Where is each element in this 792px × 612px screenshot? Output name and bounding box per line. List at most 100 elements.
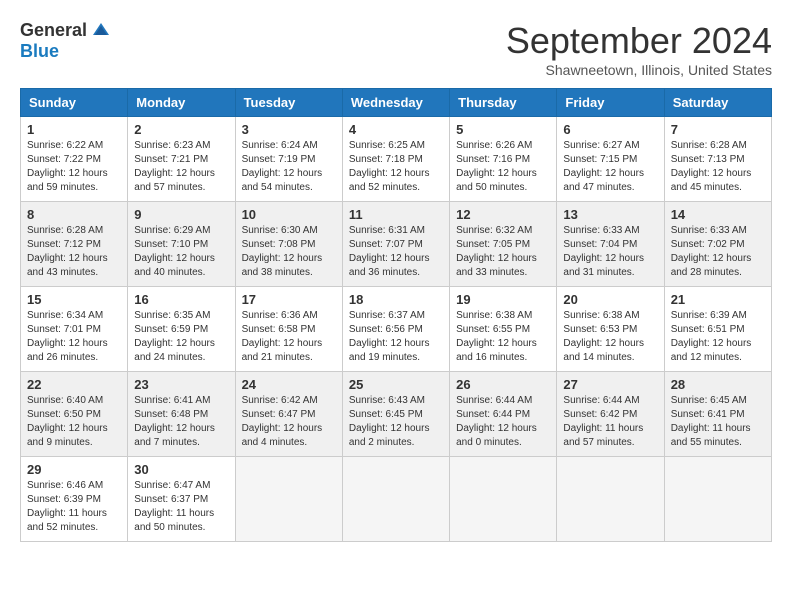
location-subtitle: Shawneetown, Illinois, United States [506, 62, 772, 78]
calendar-day-cell: 23 Sunrise: 6:41 AMSunset: 6:48 PMDayligh… [128, 372, 235, 457]
day-info: Sunrise: 6:27 AMSunset: 7:15 PMDaylight:… [563, 139, 657, 195]
calendar-day-header: Sunday [21, 89, 128, 117]
day-number: 4 [349, 122, 443, 137]
day-number: 15 [27, 292, 121, 307]
logo-general-text: General [20, 20, 87, 41]
day-info: Sunrise: 6:44 AMSunset: 6:44 PMDaylight:… [456, 394, 550, 450]
calendar-day-cell: 15 Sunrise: 6:34 AMSunset: 7:01 PMDayligh… [21, 287, 128, 372]
day-info: Sunrise: 6:38 AMSunset: 6:53 PMDaylight:… [563, 309, 657, 365]
calendar-day-cell: 24 Sunrise: 6:42 AMSunset: 6:47 PMDayligh… [235, 372, 342, 457]
calendar-week-row: 15 Sunrise: 6:34 AMSunset: 7:01 PMDayligh… [21, 287, 772, 372]
day-number: 27 [563, 377, 657, 392]
day-number: 29 [27, 462, 121, 477]
day-info: Sunrise: 6:37 AMSunset: 6:56 PMDaylight:… [349, 309, 443, 365]
calendar-day-header: Thursday [450, 89, 557, 117]
day-info: Sunrise: 6:35 AMSunset: 6:59 PMDaylight:… [134, 309, 228, 365]
day-info: Sunrise: 6:26 AMSunset: 7:16 PMDaylight:… [456, 139, 550, 195]
page-header: General Blue September 2024 Shawneetown,… [20, 20, 772, 78]
calendar-day-cell: 3Sunrise: 6:24 AMSunset: 7:19 PMDaylight… [235, 117, 342, 202]
day-number: 20 [563, 292, 657, 307]
day-info: Sunrise: 6:23 AMSunset: 7:21 PMDaylight:… [134, 139, 228, 195]
calendar-day-cell: 28Sunrise: 6:45 AMSunset: 6:41 PMDayligh… [664, 372, 771, 457]
day-number: 19 [456, 292, 550, 307]
calendar-day-cell: 14 Sunrise: 6:33 AMSunset: 7:02 PMDayligh… [664, 202, 771, 287]
day-info: Sunrise: 6:45 AMSunset: 6:41 PMDaylight:… [671, 394, 765, 450]
day-number: 1 [27, 122, 121, 137]
calendar-day-header: Tuesday [235, 89, 342, 117]
day-number: 12 [456, 207, 550, 222]
calendar-day-cell [557, 457, 664, 542]
day-info: Sunrise: 6:34 AMSunset: 7:01 PMDaylight:… [27, 309, 121, 365]
calendar-day-cell: 11 Sunrise: 6:31 AMSunset: 7:07 PMDayligh… [342, 202, 449, 287]
calendar-day-cell: 17Sunrise: 6:36 AMSunset: 6:58 PMDayligh… [235, 287, 342, 372]
calendar-day-cell: 5Sunrise: 6:26 AMSunset: 7:16 PMDaylight… [450, 117, 557, 202]
day-info: Sunrise: 6:46 AMSunset: 6:39 PMDaylight:… [27, 479, 121, 535]
logo-icon [91, 21, 111, 41]
calendar-header-row: SundayMondayTuesdayWednesdayThursdayFrid… [21, 89, 772, 117]
logo: General Blue [20, 20, 111, 62]
day-number: 24 [242, 377, 336, 392]
calendar-day-header: Friday [557, 89, 664, 117]
day-info: Sunrise: 6:24 AMSunset: 7:19 PMDaylight:… [242, 139, 336, 195]
day-number: 8 [27, 207, 121, 222]
calendar-day-header: Saturday [664, 89, 771, 117]
calendar-table: SundayMondayTuesdayWednesdayThursdayFrid… [20, 88, 772, 542]
day-info: Sunrise: 6:25 AMSunset: 7:18 PMDaylight:… [349, 139, 443, 195]
day-number: 14 [671, 207, 765, 222]
calendar-day-cell: 27Sunrise: 6:44 AMSunset: 6:42 PMDayligh… [557, 372, 664, 457]
day-info: Sunrise: 6:22 AMSunset: 7:22 PMDaylight:… [27, 139, 121, 195]
calendar-day-cell: 10 Sunrise: 6:30 AMSunset: 7:08 PMDayligh… [235, 202, 342, 287]
calendar-day-cell [235, 457, 342, 542]
day-info: Sunrise: 6:29 AMSunset: 7:10 PMDaylight:… [134, 224, 228, 280]
month-title: September 2024 [506, 20, 772, 62]
day-number: 16 [134, 292, 228, 307]
day-info: Sunrise: 6:43 AMSunset: 6:45 PMDaylight:… [349, 394, 443, 450]
calendar-day-header: Wednesday [342, 89, 449, 117]
day-number: 13 [563, 207, 657, 222]
day-number: 6 [563, 122, 657, 137]
day-number: 25 [349, 377, 443, 392]
calendar-day-cell: 20 Sunrise: 6:38 AMSunset: 6:53 PMDayligh… [557, 287, 664, 372]
day-info: Sunrise: 6:40 AMSunset: 6:50 PMDaylight:… [27, 394, 121, 450]
calendar-day-cell: 25 Sunrise: 6:43 AMSunset: 6:45 PMDayligh… [342, 372, 449, 457]
day-info: Sunrise: 6:33 AMSunset: 7:02 PMDaylight:… [671, 224, 765, 280]
day-number: 10 [242, 207, 336, 222]
day-number: 18 [349, 292, 443, 307]
calendar-day-cell: 8 Sunrise: 6:28 AMSunset: 7:12 PMDaylight… [21, 202, 128, 287]
calendar-day-cell: 6 Sunrise: 6:27 AMSunset: 7:15 PMDaylight… [557, 117, 664, 202]
day-info: Sunrise: 6:42 AMSunset: 6:47 PMDaylight:… [242, 394, 336, 450]
calendar-day-header: Monday [128, 89, 235, 117]
day-number: 26 [456, 377, 550, 392]
day-number: 23 [134, 377, 228, 392]
calendar-day-cell [342, 457, 449, 542]
day-info: Sunrise: 6:28 AMSunset: 7:12 PMDaylight:… [27, 224, 121, 280]
calendar-day-cell: 19Sunrise: 6:38 AMSunset: 6:55 PMDayligh… [450, 287, 557, 372]
calendar-day-cell: 1 Sunrise: 6:22 AMSunset: 7:22 PMDaylight… [21, 117, 128, 202]
day-number: 17 [242, 292, 336, 307]
calendar-day-cell: 9 Sunrise: 6:29 AMSunset: 7:10 PMDaylight… [128, 202, 235, 287]
calendar-day-cell: 22 Sunrise: 6:40 AMSunset: 6:50 PMDayligh… [21, 372, 128, 457]
day-number: 11 [349, 207, 443, 222]
logo-blue-text: Blue [20, 41, 59, 62]
calendar-day-cell: 30Sunrise: 6:47 AMSunset: 6:37 PMDayligh… [128, 457, 235, 542]
day-number: 21 [671, 292, 765, 307]
day-info: Sunrise: 6:30 AMSunset: 7:08 PMDaylight:… [242, 224, 336, 280]
day-info: Sunrise: 6:28 AMSunset: 7:13 PMDaylight:… [671, 139, 765, 195]
day-info: Sunrise: 6:47 AMSunset: 6:37 PMDaylight:… [134, 479, 228, 535]
calendar-week-row: 29 Sunrise: 6:46 AMSunset: 6:39 PMDayligh… [21, 457, 772, 542]
day-info: Sunrise: 6:31 AMSunset: 7:07 PMDaylight:… [349, 224, 443, 280]
calendar-day-cell: 18 Sunrise: 6:37 AMSunset: 6:56 PMDayligh… [342, 287, 449, 372]
day-number: 22 [27, 377, 121, 392]
calendar-day-cell: 4 Sunrise: 6:25 AMSunset: 7:18 PMDaylight… [342, 117, 449, 202]
day-info: Sunrise: 6:32 AMSunset: 7:05 PMDaylight:… [456, 224, 550, 280]
title-section: September 2024 Shawneetown, Illinois, Un… [506, 20, 772, 78]
calendar-week-row: 22 Sunrise: 6:40 AMSunset: 6:50 PMDayligh… [21, 372, 772, 457]
day-number: 2 [134, 122, 228, 137]
calendar-day-cell: 29 Sunrise: 6:46 AMSunset: 6:39 PMDayligh… [21, 457, 128, 542]
calendar-day-cell: 2 Sunrise: 6:23 AMSunset: 7:21 PMDaylight… [128, 117, 235, 202]
calendar-day-cell: 13Sunrise: 6:33 AMSunset: 7:04 PMDayligh… [557, 202, 664, 287]
day-info: Sunrise: 6:41 AMSunset: 6:48 PMDaylight:… [134, 394, 228, 450]
day-number: 9 [134, 207, 228, 222]
calendar-day-cell: 16 Sunrise: 6:35 AMSunset: 6:59 PMDayligh… [128, 287, 235, 372]
calendar-week-row: 1 Sunrise: 6:22 AMSunset: 7:22 PMDaylight… [21, 117, 772, 202]
